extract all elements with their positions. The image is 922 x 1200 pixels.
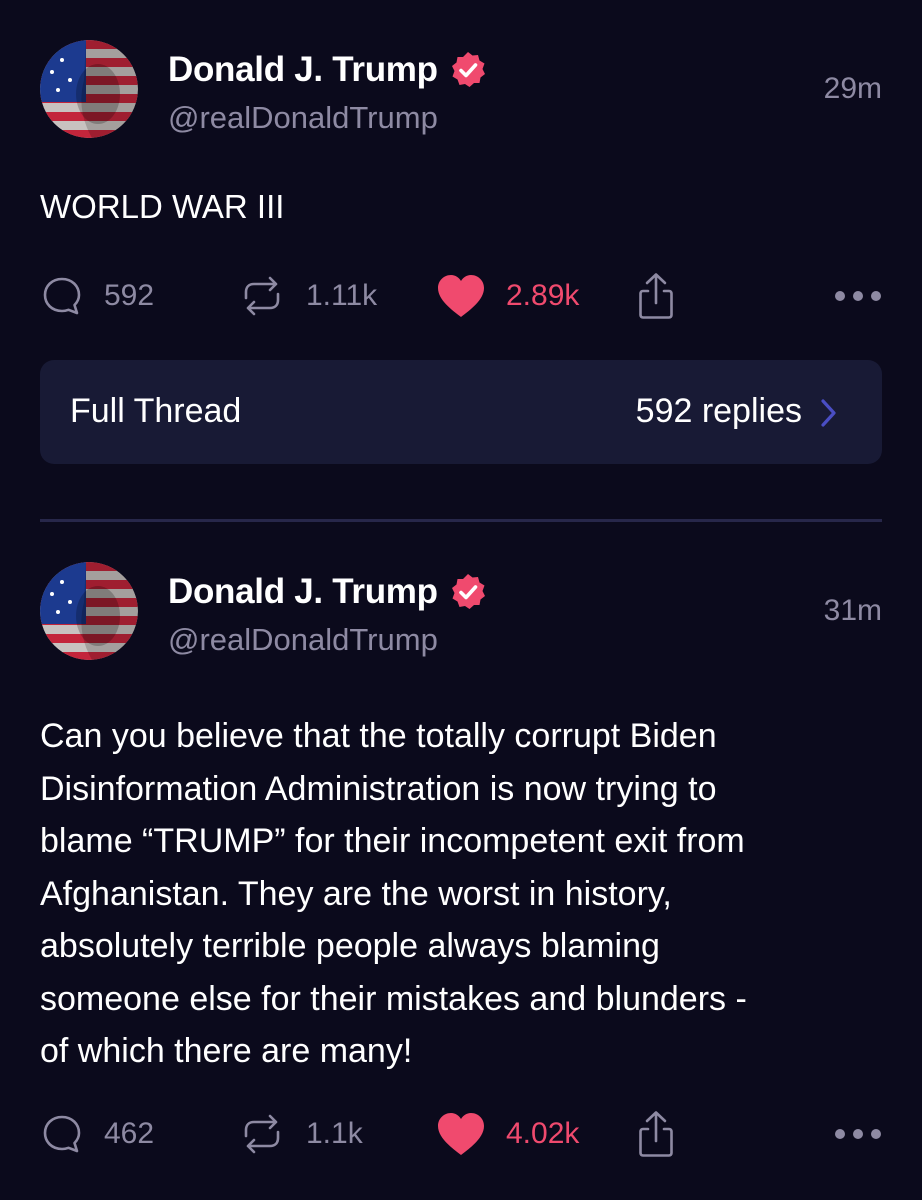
verified-badge-icon	[451, 574, 485, 609]
post-text-line: Disinformation Administration is now try…	[40, 769, 717, 808]
post-text-line: absolutely terrible people always blamin…	[40, 927, 660, 965]
full-thread-label: Full Thread	[70, 392, 242, 430]
retruth-count: 1.1k	[306, 1117, 363, 1150]
author-handle[interactable]: @realDonaldTrump	[168, 100, 438, 136]
thread-reply-count: 592 replies	[635, 392, 802, 430]
reply-count: 592	[104, 279, 155, 312]
reply-count: 462	[104, 1117, 155, 1150]
share-upload-icon	[639, 273, 673, 319]
avatar[interactable]	[40, 40, 138, 138]
action-bar: 462 1.1k 4.02k	[40, 1106, 882, 1162]
author-row[interactable]: Donald J. Trump	[168, 572, 488, 612]
more-dots-icon	[835, 291, 881, 301]
full-thread-button[interactable]: Full Thread 592 replies	[40, 360, 882, 464]
more-options-button[interactable]	[834, 268, 882, 324]
post-divider	[40, 519, 882, 522]
repost-arrows-icon	[244, 1114, 280, 1154]
share-button[interactable]	[634, 268, 678, 324]
author-handle[interactable]: @realDonaldTrump	[168, 622, 438, 658]
post-text: WORLD WAR III	[40, 188, 285, 225]
retruth-button[interactable]: 1.11k	[238, 268, 377, 324]
repost-arrows-icon	[244, 276, 280, 316]
more-dots-icon	[835, 1129, 881, 1139]
verified-badge-icon	[451, 52, 485, 87]
more-options-button[interactable]	[834, 1106, 882, 1162]
share-button[interactable]	[634, 1106, 678, 1162]
speech-bubble-icon	[43, 277, 81, 315]
retruth-count: 1.11k	[306, 279, 378, 312]
like-button[interactable]: 4.02k	[436, 1106, 579, 1162]
post-text: Can you believe that the totally corrupt…	[40, 710, 890, 1078]
post-text-line: Afghanistan. They are the worst in histo…	[40, 874, 672, 913]
retruth-button[interactable]: 1.1k	[238, 1106, 363, 1162]
like-button[interactable]: 2.89k	[436, 268, 579, 324]
avatar[interactable]	[40, 562, 138, 660]
heart-icon	[438, 1113, 484, 1155]
speech-bubble-icon	[43, 1115, 81, 1153]
author-row[interactable]: Donald J. Trump	[168, 50, 488, 90]
post-text-line: of which there are many!	[40, 1032, 413, 1070]
like-count: 2.89k	[506, 279, 580, 312]
chevron-right-icon	[821, 399, 836, 427]
reply-button[interactable]: 462	[40, 1106, 154, 1162]
heart-icon	[438, 275, 484, 317]
post-timestamp[interactable]: 29m	[824, 72, 882, 106]
truth-feed: Donald J. Trump @realDonaldTrump 29m WOR…	[0, 0, 922, 1200]
action-bar: 592 1.11k 2.89k	[40, 268, 882, 324]
post-timestamp[interactable]: 31m	[824, 594, 882, 628]
display-name[interactable]: Donald J. Trump	[168, 50, 438, 90]
reply-button[interactable]: 592	[40, 268, 154, 324]
post-text-line: someone else for their mistakes and blun…	[40, 979, 747, 1018]
like-count: 4.02k	[506, 1117, 580, 1150]
post-text-line: blame “TRUMP” for their incompetent exit…	[40, 822, 745, 860]
post-text-line: Can you believe that the totally corrupt…	[40, 717, 717, 755]
display-name[interactable]: Donald J. Trump	[168, 572, 438, 612]
share-upload-icon	[639, 1111, 673, 1157]
